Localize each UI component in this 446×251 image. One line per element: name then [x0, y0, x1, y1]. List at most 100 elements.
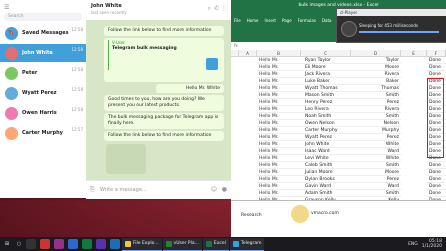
last-name-cell[interactable]: Rivera — [351, 71, 401, 78]
last-name-cell[interactable]: Moore — [351, 169, 401, 176]
visual-studio-icon[interactable] — [96, 239, 106, 249]
chat-list-item[interactable]: Peter 12:58 — [0, 64, 86, 82]
play-button[interactable] — [341, 21, 357, 37]
photoshop-icon[interactable] — [68, 239, 78, 249]
column-header[interactable]: A — [239, 50, 257, 57]
full-name-cell[interactable]: Adam Smith — [301, 190, 351, 197]
last-name-cell[interactable]: Smith — [351, 92, 401, 99]
last-name-cell[interactable]: Ward — [351, 148, 401, 155]
full-name-cell[interactable]: Wyatt Perez — [301, 134, 351, 141]
link-title[interactable]: Telegram bulk messaging — [112, 46, 220, 52]
status-cell[interactable]: Done — [427, 57, 446, 64]
full-name-cell[interactable]: Henry Perez — [301, 99, 351, 106]
greeting-cell[interactable]: Hello Mr. — [257, 106, 301, 113]
task-view-icon[interactable] — [26, 239, 36, 249]
greeting-cell[interactable]: Hello Mr. — [257, 162, 301, 169]
full-name-cell[interactable]: John White — [301, 141, 351, 148]
greeting-cell[interactable]: Hello Mr. — [257, 71, 301, 78]
column-header[interactable]: D — [351, 50, 401, 57]
greeting-cell[interactable]: Hello Mr. — [257, 113, 301, 120]
selected-file[interactable]: vmacro.com — [311, 211, 339, 216]
search-input[interactable]: Search — [4, 13, 82, 21]
taskbar-app[interactable]: Excel — [202, 237, 229, 251]
status-cell[interactable]: Done — [427, 169, 446, 176]
last-name-cell[interactable]: Smith — [351, 190, 401, 197]
ribbon-tab[interactable]: Page — [279, 17, 295, 25]
last-name-cell[interactable]: White — [351, 155, 401, 162]
full-name-cell[interactable]: Gavin Ward — [301, 183, 351, 190]
greeting-cell[interactable]: Hello Mr. — [257, 99, 301, 106]
column-header[interactable]: C — [301, 50, 351, 57]
full-name-cell[interactable]: Jack Rivera — [301, 71, 351, 78]
last-name-cell[interactable]: Rivera — [351, 106, 401, 113]
phone-icon[interactable]: ✆ — [214, 5, 219, 12]
greeting-cell[interactable]: Hello Mr. — [257, 64, 301, 71]
full-name-cell[interactable]: Leo Rivera — [301, 106, 351, 113]
greeting-cell[interactable]: Hello Mr. — [257, 141, 301, 148]
greeting-cell[interactable]: Hello Mr. — [257, 183, 301, 190]
ribbon-tab[interactable]: Insert — [262, 17, 279, 25]
premiere-icon[interactable] — [54, 239, 64, 249]
greeting-cell[interactable]: Hello Mr. — [257, 176, 301, 183]
last-name-cell[interactable]: Nelson — [351, 120, 401, 127]
full-name-cell[interactable]: Isaac Ward — [301, 148, 351, 155]
emoji-icon[interactable]: ☺ — [211, 186, 217, 193]
last-name-cell[interactable]: Murphy — [351, 127, 401, 134]
chat-list-item[interactable]: Owen Harris 12:58 — [0, 104, 86, 122]
last-name-cell[interactable]: Smith — [351, 113, 401, 120]
full-name-cell[interactable]: Wyatt Thomas — [301, 85, 351, 92]
last-name-cell[interactable]: White — [351, 141, 401, 148]
taskbar-app[interactable]: Telegram — [229, 237, 265, 251]
green-app-icon[interactable] — [82, 239, 92, 249]
column-header[interactable]: B — [257, 50, 301, 57]
taskbar-app[interactable]: File Explo... — [122, 237, 162, 251]
full-name-cell[interactable]: Luke Baker — [301, 78, 351, 85]
full-name-cell[interactable]: Dylan Brooks — [301, 176, 351, 183]
last-name-cell[interactable]: Perez — [351, 176, 401, 183]
start-icon[interactable]: ⊞ — [0, 238, 14, 250]
greeting-cell[interactable]: Hello Mr. — [257, 155, 301, 162]
language-indicator[interactable]: ENG — [408, 242, 418, 247]
column-header[interactable]: F — [427, 50, 446, 57]
status-cell[interactable]: Done — [427, 162, 446, 169]
full-name-cell[interactable]: Carter Murphy — [301, 127, 351, 134]
last-name-cell[interactable]: Ward — [351, 183, 401, 190]
greeting-cell[interactable]: Hello Mr. — [257, 169, 301, 176]
clock-date[interactable]: 1/1/2020 — [422, 244, 442, 249]
full-name-cell[interactable]: Mason Smith — [301, 92, 351, 99]
search-icon[interactable]: ○ — [14, 238, 24, 250]
status-cell[interactable]: Done — [427, 71, 446, 78]
select-all-corner[interactable] — [231, 50, 239, 57]
ribbon-tab[interactable]: Home — [244, 17, 262, 25]
full-name-cell[interactable]: Caleb Smith — [301, 162, 351, 169]
greeting-cell[interactable]: Hello Mr. — [257, 190, 301, 197]
last-name-cell[interactable]: Moore — [351, 64, 401, 71]
ribbon-tab[interactable]: Formulas — [295, 17, 319, 25]
full-name-cell[interactable]: Julian Moore — [301, 169, 351, 176]
status-cell[interactable]: Done — [427, 190, 446, 197]
column-header[interactable]: E — [401, 50, 427, 57]
attach-icon[interactable]: ⎘ — [90, 186, 95, 194]
chat-list-item[interactable]: Carter Murphy 12:57 — [0, 124, 86, 142]
message-input[interactable]: Write a message... — [100, 187, 147, 193]
status-cell[interactable]: Done — [427, 64, 446, 71]
status-cell[interactable]: Done — [427, 183, 446, 190]
last-name-cell[interactable]: Perez — [351, 99, 401, 106]
more-icon[interactable]: ⋮ — [221, 5, 227, 12]
full-name-cell[interactable]: Levi White — [301, 155, 351, 162]
last-name-cell[interactable]: Thomas — [351, 85, 401, 92]
menu-icon[interactable]: ☰ — [4, 4, 9, 11]
greeting-cell[interactable]: Hello Mr. — [257, 85, 301, 92]
search-icon[interactable]: ⌕ — [208, 5, 211, 13]
chat-list-item[interactable]: Wyatt Perez 12:58 — [0, 84, 86, 102]
taskbar-app[interactable]: vUser Pla... — [162, 237, 202, 251]
greeting-cell[interactable]: Hello Mr. — [257, 148, 301, 155]
greeting-cell[interactable]: Hello Mr. — [257, 57, 301, 64]
greeting-cell[interactable]: Hello Mr. — [257, 92, 301, 99]
greeting-cell[interactable]: Hello Mr. — [257, 127, 301, 134]
full-name-cell[interactable]: Eli Moore — [301, 64, 351, 71]
opera-icon[interactable] — [40, 239, 50, 249]
status-cell[interactable]: Done — [427, 176, 446, 183]
ribbon-tab[interactable]: File — [231, 17, 244, 25]
word-icon[interactable] — [110, 239, 120, 249]
